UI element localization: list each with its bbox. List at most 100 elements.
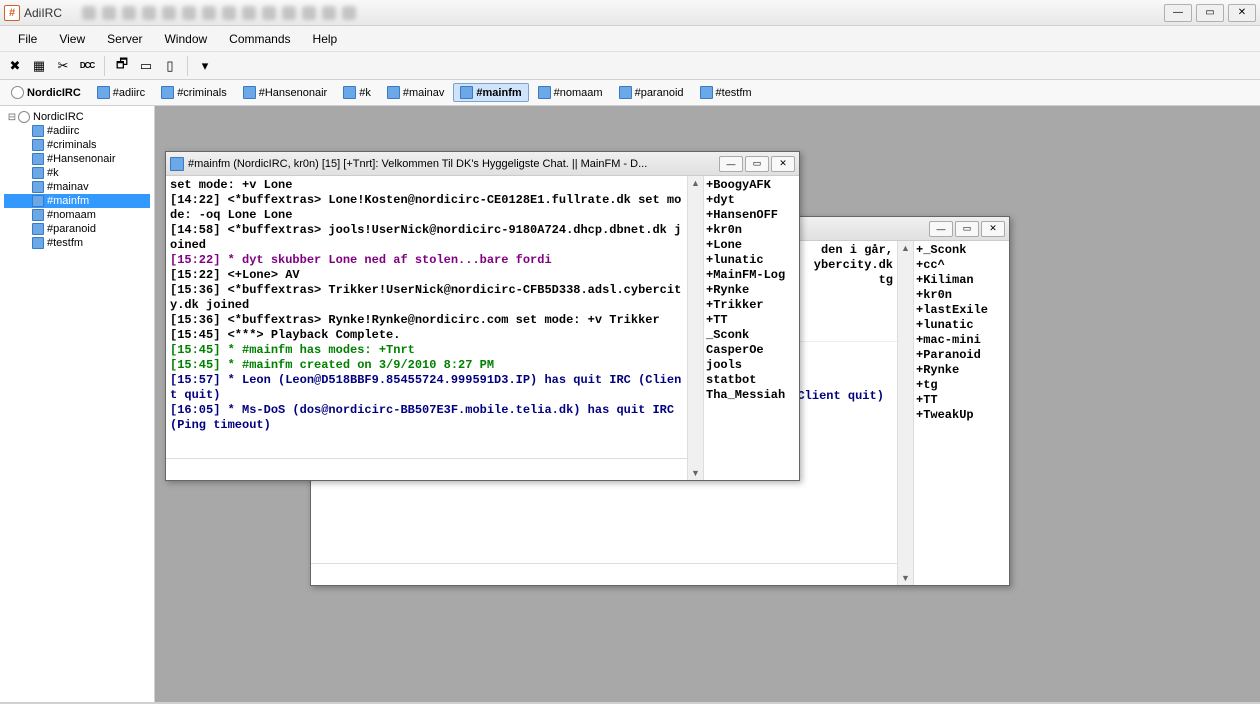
- tab-criminals[interactable]: #criminals: [154, 83, 234, 102]
- tree-label: #mainav: [47, 181, 89, 193]
- toolbar: ✖▦✂DCC 🗗▭▯ ▾: [0, 52, 1260, 80]
- tree-channel[interactable]: #testfm: [4, 236, 150, 250]
- nick-item[interactable]: +dyt: [706, 193, 797, 208]
- tree-channel[interactable]: #Hansenonair: [4, 152, 150, 166]
- nick-item[interactable]: +mac-mini: [916, 333, 1007, 348]
- nick-item[interactable]: +Lone: [706, 238, 797, 253]
- menu-window[interactable]: Window: [154, 28, 217, 50]
- chat-input[interactable]: [166, 459, 687, 480]
- chat-line: set mode: +v Lone: [170, 178, 683, 193]
- mdi-minimize-button[interactable]: —: [929, 221, 953, 237]
- toolbar-button[interactable]: ▯: [159, 55, 181, 77]
- menu-server[interactable]: Server: [97, 28, 152, 50]
- toolbar-button[interactable]: ▾: [194, 55, 216, 77]
- scrollbar[interactable]: [687, 176, 703, 480]
- tree-channel[interactable]: #criminals: [4, 138, 150, 152]
- toolbar-button[interactable]: ▦: [28, 55, 50, 77]
- server-icon: [18, 111, 30, 123]
- tab-Hansenonair[interactable]: #Hansenonair: [236, 83, 335, 102]
- nick-item[interactable]: jools: [706, 358, 797, 373]
- nick-item[interactable]: +tg: [916, 378, 1007, 393]
- close-button[interactable]: ✕: [1228, 4, 1256, 22]
- mdi-close-button[interactable]: ✕: [981, 221, 1005, 237]
- menu-commands[interactable]: Commands: [219, 28, 300, 50]
- channel-icon: [32, 125, 44, 137]
- toolbar-button[interactable]: ✖: [4, 55, 26, 77]
- nick-item[interactable]: +lunatic: [916, 318, 1007, 333]
- nick-item[interactable]: +BoogyAFK: [706, 178, 797, 193]
- mdi-minimize-button[interactable]: —: [719, 156, 743, 172]
- tree-label: #nomaam: [47, 209, 96, 221]
- mdi-maximize-button[interactable]: ▭: [955, 221, 979, 237]
- chat-input-wrap: [166, 458, 687, 480]
- tree-channel[interactable]: #paranoid: [4, 222, 150, 236]
- chat-line: [14:22] <*buffextras> Lone!Kosten@nordic…: [170, 193, 683, 223]
- scrollbar[interactable]: [897, 241, 913, 585]
- toolbar-button[interactable]: 🗗: [111, 55, 133, 77]
- nick-item[interactable]: +TT: [706, 313, 797, 328]
- tab-NordicIRC[interactable]: NordicIRC: [4, 83, 88, 102]
- nick-item[interactable]: +TweakUp: [916, 408, 1007, 423]
- tab-k[interactable]: #k: [336, 83, 378, 102]
- nick-item[interactable]: +MainFM-Log: [706, 268, 797, 283]
- tree-channel[interactable]: #mainav: [4, 180, 150, 194]
- tree-server[interactable]: ⊟NordicIRC: [4, 110, 150, 124]
- channel-icon: [343, 86, 356, 99]
- chat-input-wrap: [311, 563, 897, 585]
- mdi-window-mainfm[interactable]: #mainfm (NordicIRC, kr0n) [15] [+Tnrt]: …: [165, 151, 800, 481]
- channel-icon: [11, 86, 24, 99]
- nick-item[interactable]: +Trikker: [706, 298, 797, 313]
- channel-icon: [32, 195, 44, 207]
- toolbar-button[interactable]: ▭: [135, 55, 157, 77]
- mdi-titlebar[interactable]: #mainfm (NordicIRC, kr0n) [15] [+Tnrt]: …: [166, 152, 799, 176]
- channel-icon: [700, 86, 713, 99]
- toolbar-button[interactable]: ✂: [52, 55, 74, 77]
- toolbar-button[interactable]: DCC: [76, 55, 98, 77]
- nick-item[interactable]: +lunatic: [706, 253, 797, 268]
- menu-view[interactable]: View: [49, 28, 95, 50]
- nick-item[interactable]: statbot: [706, 373, 797, 388]
- tree-channel[interactable]: #nomaam: [4, 208, 150, 222]
- nick-item[interactable]: +kr0n: [706, 223, 797, 238]
- mdi-maximize-button[interactable]: ▭: [745, 156, 769, 172]
- maximize-button[interactable]: ▭: [1196, 4, 1224, 22]
- nick-item[interactable]: CasperOe: [706, 343, 797, 358]
- nick-item[interactable]: _Sconk: [706, 328, 797, 343]
- tab-adiirc[interactable]: #adiirc: [90, 83, 152, 102]
- nick-item[interactable]: Tha_Messiah: [706, 388, 797, 403]
- channel-icon: [161, 86, 174, 99]
- toolbar-separator: [104, 56, 105, 76]
- tree-channel[interactable]: #k: [4, 166, 150, 180]
- tab-mainav[interactable]: #mainav: [380, 83, 452, 102]
- nick-item[interactable]: +lastExile: [916, 303, 1007, 318]
- tab-mainfm[interactable]: #mainfm: [453, 83, 528, 102]
- nick-item[interactable]: +_Sconk: [916, 243, 1007, 258]
- channel-icon: [32, 209, 44, 221]
- tree-channel[interactable]: #adiirc: [4, 124, 150, 138]
- menu-help[interactable]: Help: [303, 28, 348, 50]
- expand-icon[interactable]: ⊟: [6, 112, 18, 123]
- nick-item[interactable]: +HansenOFF: [706, 208, 797, 223]
- minimize-button[interactable]: —: [1164, 4, 1192, 22]
- window-controls: — ▭ ✕: [1164, 4, 1256, 22]
- nick-item[interactable]: +Paranoid: [916, 348, 1007, 363]
- tab-paranoid[interactable]: #paranoid: [612, 83, 691, 102]
- tree-channel[interactable]: #mainfm: [4, 194, 150, 208]
- mdi-close-button[interactable]: ✕: [771, 156, 795, 172]
- chat-input[interactable]: [311, 564, 897, 585]
- nick-item[interactable]: +Rynke: [916, 363, 1007, 378]
- nick-item[interactable]: +Kiliman: [916, 273, 1007, 288]
- channel-icon: [243, 86, 256, 99]
- tab-testfm[interactable]: #testfm: [693, 83, 759, 102]
- tab-label: #nomaam: [554, 87, 603, 99]
- nick-item[interactable]: +TT: [916, 393, 1007, 408]
- chat-line: [15:45] * #mainfm has modes: +Tnrt: [170, 343, 683, 358]
- nick-item[interactable]: +cc^: [916, 258, 1007, 273]
- tab-nomaam[interactable]: #nomaam: [531, 83, 610, 102]
- taskbar-blur: [82, 6, 356, 20]
- nick-item[interactable]: +kr0n: [916, 288, 1007, 303]
- tab-label: #criminals: [177, 87, 227, 99]
- nick-item[interactable]: +Rynke: [706, 283, 797, 298]
- menu-file[interactable]: File: [8, 28, 47, 50]
- channel-tabs: NordicIRC#adiirc #criminals #Hansenonair#k…: [0, 80, 1260, 106]
